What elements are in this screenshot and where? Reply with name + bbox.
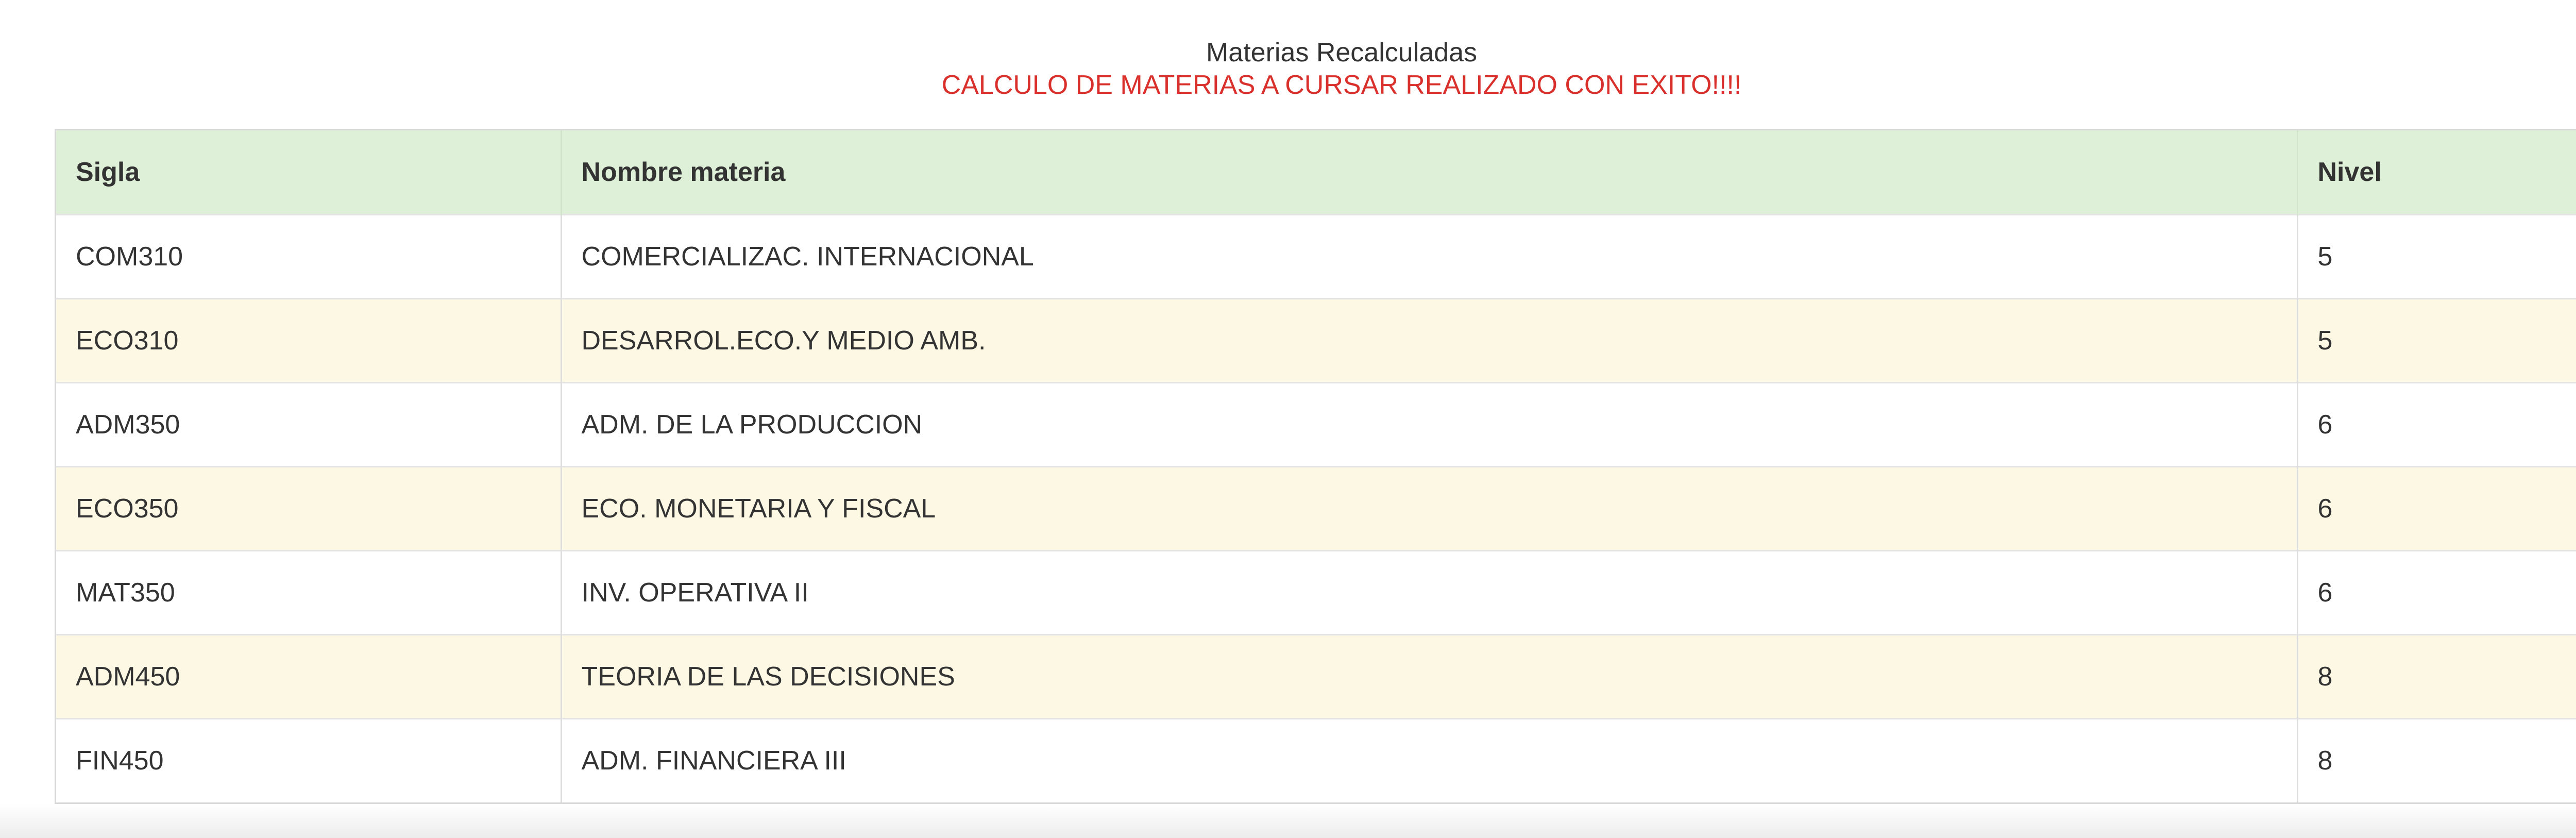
cell-sigla: MAT350 bbox=[76, 577, 175, 608]
cell-nivel: 5 bbox=[2296, 298, 2576, 382]
cell-nivel: 6 bbox=[2296, 382, 2576, 466]
success-message: CALCULO DE MATERIAS A CURSAR REALIZADO C… bbox=[941, 70, 1742, 100]
cell-sigla: ECO350 bbox=[76, 493, 179, 524]
table-row: COM310 COMERCIALIZAC. INTERNACIONAL 5 bbox=[56, 214, 2576, 298]
table-row: ECO310 DESARROL.ECO.Y MEDIO AMB. 5 bbox=[56, 298, 2576, 382]
table-row: MAT350 INV. OPERATIVA II 6 bbox=[56, 550, 2576, 634]
table-body: COM310 COMERCIALIZAC. INTERNACIONAL 5 EC… bbox=[56, 214, 2576, 802]
result-heading: Materias Recalculadas CALCULO DE MATERIA… bbox=[0, 36, 2576, 101]
table-row: ECO350 ECO. MONETARIA Y FISCAL 6 bbox=[56, 466, 2576, 550]
cell-nivel: 8 bbox=[2296, 718, 2576, 802]
column-header-sigla: Sigla bbox=[76, 157, 140, 187]
cell-sigla: ECO310 bbox=[76, 325, 179, 356]
table-header: Sigla Nombre materia Nivel bbox=[56, 130, 2576, 214]
cell-nivel: 5 bbox=[2296, 214, 2576, 298]
cell-sigla: COM310 bbox=[76, 241, 183, 272]
cell-nombre-materia: DESARROL.ECO.Y MEDIO AMB. bbox=[560, 298, 2297, 382]
cell-sigla: ADM450 bbox=[76, 661, 180, 692]
table-row: FIN450 ADM. FINANCIERA III 8 bbox=[56, 718, 2576, 802]
subjects-table: Sigla Nombre materia Nivel COM310 COMERC… bbox=[56, 130, 2576, 802]
cell-nombre-materia: INV. OPERATIVA II bbox=[560, 550, 2297, 634]
cell-sigla: FIN450 bbox=[76, 746, 164, 776]
table-header-row: Sigla Nombre materia Nivel bbox=[56, 130, 2576, 214]
cell-nombre-materia: COMERCIALIZAC. INTERNACIONAL bbox=[560, 214, 2297, 298]
cell-nombre-materia: ADM. DE LA PRODUCCION bbox=[560, 382, 2297, 466]
table-row: ADM450 TEORIA DE LAS DECISIONES 8 bbox=[56, 634, 2576, 718]
cell-nombre-materia: ECO. MONETARIA Y FISCAL bbox=[560, 466, 2297, 550]
subjects-table-container: Sigla Nombre materia Nivel COM310 COMERC… bbox=[55, 129, 2576, 804]
cell-nivel: 8 bbox=[2296, 634, 2576, 718]
cell-sigla: ADM350 bbox=[76, 409, 180, 440]
column-header-nivel: Nivel bbox=[2296, 130, 2576, 214]
table-row: ADM350 ADM. DE LA PRODUCCION 6 bbox=[56, 382, 2576, 466]
page-title: Materias Recalculadas bbox=[1206, 38, 1478, 68]
cell-nivel: 6 bbox=[2296, 550, 2576, 634]
column-header-nombre-materia: Nombre materia bbox=[560, 130, 2297, 214]
cell-nombre-materia: TEORIA DE LAS DECISIONES bbox=[560, 634, 2297, 718]
cell-nivel: 6 bbox=[2296, 466, 2576, 550]
cell-nombre-materia: ADM. FINANCIERA III bbox=[560, 718, 2297, 802]
